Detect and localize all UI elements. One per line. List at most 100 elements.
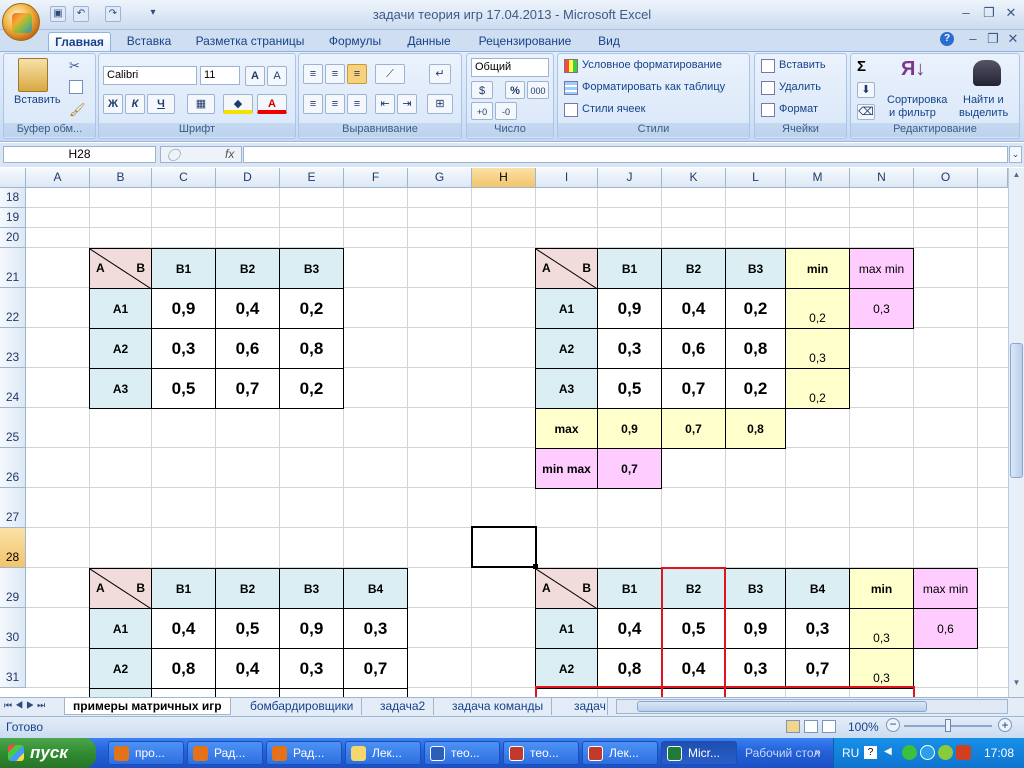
- font-color-icon[interactable]: A: [257, 94, 287, 114]
- format-painter-icon[interactable]: 🖌: [69, 102, 86, 118]
- payoff-cell[interactable]: [151, 688, 216, 697]
- column-header-cell[interactable]: B4: [785, 568, 850, 609]
- row-label-cell[interactable]: A2: [535, 648, 598, 689]
- underline-button[interactable]: Ч: [147, 94, 175, 114]
- minmax-label-cell[interactable]: min max: [535, 448, 598, 489]
- row-label-cell[interactable]: A3: [89, 368, 152, 409]
- row-header[interactable]: 30: [0, 608, 26, 648]
- row-label-cell[interactable]: A3: [535, 368, 598, 409]
- row-min-cell[interactable]: 0,3: [849, 608, 914, 649]
- payoff-cell[interactable]: 0,4: [215, 288, 280, 329]
- sheet-tab[interactable]: задач: [566, 698, 608, 715]
- vertical-scrollbar[interactable]: ▲ ▼: [1008, 168, 1024, 697]
- row-header[interactable]: 26: [0, 448, 26, 488]
- sheet-tab[interactable]: бомбардировщики: [242, 698, 363, 715]
- language-indicator[interactable]: RU: [842, 746, 859, 760]
- row-label-cell[interactable]: A1: [535, 288, 598, 329]
- italic-button[interactable]: К: [125, 94, 145, 114]
- payoff-cell[interactable]: 0,7: [661, 368, 726, 409]
- restore-icon[interactable]: ❐: [978, 5, 1000, 21]
- row-label-cell[interactable]: A2: [89, 648, 152, 689]
- currency-icon[interactable]: $: [471, 81, 493, 99]
- align-middle-icon[interactable]: ≡: [325, 64, 345, 84]
- column-header[interactable]: O: [914, 168, 978, 188]
- maxmin-value-cell[interactable]: 0,6: [913, 608, 978, 649]
- sort-filter-label1[interactable]: Сортировка: [887, 94, 947, 106]
- column-header-cell[interactable]: B2: [215, 568, 280, 609]
- fill-icon[interactable]: ⬇: [857, 82, 875, 98]
- matrix-corner[interactable]: AB: [535, 568, 598, 609]
- max-label-cell[interactable]: max: [535, 408, 598, 449]
- payoff-cell[interactable]: 0,4: [661, 288, 726, 329]
- column-header[interactable]: N: [850, 168, 914, 188]
- taskbar-item[interactable]: тео...: [503, 741, 579, 765]
- sort-filter-label2[interactable]: и фильтр: [889, 107, 936, 119]
- align-left-icon[interactable]: ≡: [303, 94, 323, 114]
- column-header-cell[interactable]: B3: [725, 248, 786, 289]
- merge-center-icon[interactable]: ⊞: [427, 94, 453, 114]
- format-as-table-button[interactable]: Форматировать как таблицу: [582, 81, 725, 93]
- payoff-cell[interactable]: 0,3: [785, 608, 850, 649]
- tray-app-icon[interactable]: [920, 745, 935, 760]
- payoff-cell[interactable]: 0,8: [279, 328, 344, 369]
- sheet-nav-icon[interactable]: ⏮◀▶⏭: [4, 700, 48, 711]
- taskbar-item-excel[interactable]: Micr...: [661, 741, 737, 765]
- minmax-value-cell[interactable]: 0,7: [597, 448, 662, 489]
- row-min-cell[interactable]: 0,2: [785, 368, 850, 409]
- desktop-toolbar[interactable]: Рабочий стол: [745, 746, 820, 760]
- payoff-cell[interactable]: 0,2: [725, 368, 786, 409]
- zoom-slider-thumb[interactable]: [945, 719, 951, 732]
- thousands-button[interactable]: 000: [527, 81, 549, 99]
- min-header-cell[interactable]: min: [785, 248, 850, 289]
- payoff-cell[interactable]: 0,9: [725, 608, 786, 649]
- column-header-cell[interactable]: B3: [279, 568, 344, 609]
- maxmin-value-cell[interactable]: 0,3: [849, 288, 914, 329]
- column-header[interactable]: E: [280, 168, 344, 188]
- paste-button[interactable]: Вставить: [14, 94, 61, 106]
- row-min-cell[interactable]: 0,2: [785, 288, 850, 329]
- tray-app-icon[interactable]: [902, 745, 917, 760]
- row-label-cell[interactable]: A2: [89, 328, 152, 369]
- row-label-cell[interactable]: [89, 688, 152, 697]
- sheet-tab[interactable]: примеры матричных игр: [64, 698, 231, 715]
- office-button[interactable]: [2, 3, 40, 41]
- close-icon[interactable]: ✕: [1000, 5, 1022, 21]
- payoff-cell[interactable]: 0,3: [151, 328, 216, 369]
- number-format-select[interactable]: Общий: [471, 58, 549, 77]
- copy-icon[interactable]: [69, 80, 83, 94]
- payoff-cell[interactable]: 0,4: [597, 608, 662, 649]
- horizontal-scrollbar[interactable]: [616, 699, 1008, 714]
- row-min-cell[interactable]: 0,3: [849, 648, 914, 689]
- maxmin-header-cell[interactable]: max min: [913, 568, 978, 609]
- payoff-cell[interactable]: 0,9: [151, 288, 216, 329]
- autosum-button[interactable]: Σ: [857, 58, 866, 75]
- fill-color-icon[interactable]: ◆: [223, 94, 253, 114]
- grow-font-icon[interactable]: A: [245, 66, 265, 86]
- payoff-cell[interactable]: 0,2: [279, 368, 344, 409]
- conditional-formatting-button[interactable]: Условное форматирование: [582, 59, 722, 71]
- matrix-corner[interactable]: AB: [89, 248, 152, 289]
- help-icon[interactable]: ?: [940, 32, 954, 46]
- align-top-icon[interactable]: ≡: [303, 64, 323, 84]
- column-header[interactable]: H: [472, 168, 536, 188]
- sheet-tab[interactable]: задача2: [372, 698, 435, 715]
- minimize-icon[interactable]: –: [955, 5, 977, 21]
- payoff-cell[interactable]: 0,3: [597, 328, 662, 369]
- column-max-cell[interactable]: 0,8: [725, 408, 786, 449]
- tab-review[interactable]: Рецензирование: [470, 32, 580, 52]
- name-box[interactable]: H28: [3, 146, 156, 163]
- column-header[interactable]: F: [344, 168, 408, 188]
- tray-app-icon[interactable]: [938, 745, 953, 760]
- payoff-cell[interactable]: 0,6: [215, 328, 280, 369]
- help-tray-icon[interactable]: ?: [864, 746, 877, 759]
- column-header-cell[interactable]: B1: [597, 248, 662, 289]
- cell-styles-button[interactable]: Стили ячеек: [582, 103, 645, 115]
- payoff-cell[interactable]: 0,2: [725, 288, 786, 329]
- column-header[interactable]: B: [90, 168, 152, 188]
- row-header[interactable]: 28: [0, 528, 26, 568]
- scroll-thumb[interactable]: [1010, 343, 1023, 478]
- tab-home[interactable]: Главная: [48, 32, 111, 52]
- column-max-cell[interactable]: 0,9: [597, 408, 662, 449]
- column-max-cell[interactable]: 0,7: [661, 408, 726, 449]
- percent-button[interactable]: %: [505, 81, 525, 99]
